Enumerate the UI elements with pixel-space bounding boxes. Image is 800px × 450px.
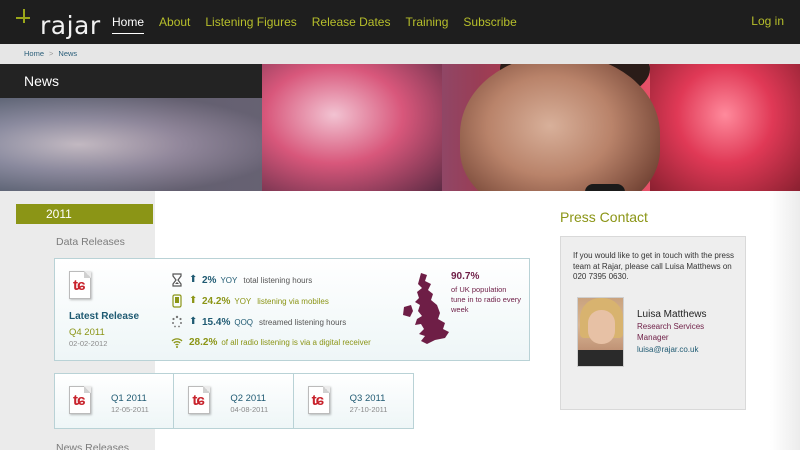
- up-arrow-icon: ⬆: [189, 274, 198, 285]
- contact-name: Luisa Matthews: [637, 309, 707, 320]
- breadcrumb-separator: >: [49, 49, 54, 58]
- top-navigation-bar: rajar Home About Listening Figures Relea…: [0, 0, 800, 44]
- breadcrumb-bar: Home > News: [0, 44, 800, 64]
- nav-item-subscribe[interactable]: Subscribe: [463, 14, 516, 34]
- logo-text: rajar: [40, 11, 101, 40]
- news-releases-heading: News Releases: [56, 442, 129, 450]
- uk-population-desc: of UK population tune in to radio every …: [451, 285, 522, 314]
- breadcrumb-home[interactable]: Home: [24, 49, 44, 58]
- main-nav: Home About Listening Figures Release Dat…: [112, 14, 532, 34]
- quarter-card-q3[interactable]: ʨ Q3 2011 27-10-2011: [294, 374, 413, 428]
- logo-mark-icon: [14, 7, 32, 29]
- quarterly-releases: ʨ Q1 2011 12-05-2011 ʨ Q2 2011 04-08-201…: [54, 373, 414, 429]
- press-contact-text: If you would like to get in touch with t…: [573, 251, 734, 281]
- nav-item-home[interactable]: Home: [112, 14, 145, 34]
- latest-release-date: 02-02-2012: [69, 339, 108, 348]
- uk-map-icon: [401, 271, 451, 349]
- quarter-date: 04-08-2011: [230, 405, 269, 414]
- login-link[interactable]: Log in: [751, 14, 784, 28]
- breadcrumb: Home > News: [24, 49, 77, 58]
- mobile-icon: [171, 294, 183, 308]
- nav-item-listening-figures[interactable]: Listening Figures: [205, 14, 296, 34]
- year-tab[interactable]: 2011: [16, 204, 153, 224]
- data-releases-heading: Data Releases: [56, 236, 125, 248]
- pdf-icon[interactable]: ʨ: [69, 386, 95, 416]
- pdf-icon[interactable]: ʨ: [307, 386, 334, 416]
- loading-icon: [171, 315, 183, 329]
- page-title: News: [24, 73, 60, 89]
- breadcrumb-news[interactable]: News: [58, 49, 77, 58]
- latest-release-card[interactable]: ʨ Latest Release Q4 2011 02-02-2012 ⬆ 2%…: [54, 258, 530, 361]
- press-contact-heading: Press Contact: [560, 209, 648, 225]
- nav-item-release-dates[interactable]: Release Dates: [312, 14, 391, 34]
- quarter-label[interactable]: Q3 2011: [350, 393, 386, 404]
- contact-email-link[interactable]: luisa@rajar.co.uk: [637, 345, 698, 354]
- rajar-logo[interactable]: rajar: [14, 7, 100, 40]
- up-arrow-icon: ⬆: [189, 316, 198, 327]
- pdf-icon[interactable]: ʨ: [188, 386, 214, 416]
- quarter-label[interactable]: Q2 2011: [230, 393, 266, 404]
- latest-release-quarter[interactable]: Q4 2011: [69, 327, 105, 338]
- year-label: 2011: [46, 207, 72, 221]
- nav-item-training[interactable]: Training: [405, 14, 448, 34]
- quarter-date: 12-05-2011: [111, 405, 149, 414]
- uk-population-stat: 90.7%: [451, 271, 480, 282]
- press-contact-box: If you would like to get in touch with t…: [560, 236, 746, 410]
- stat-total-listening: ⬆ 2% YOY total listening hours: [171, 273, 312, 287]
- quarter-card-q2[interactable]: ʨ Q2 2011 04-08-2011: [174, 374, 294, 428]
- contact-role: Research Services Manager: [637, 322, 705, 342]
- latest-release-title[interactable]: Latest Release: [69, 311, 139, 322]
- stat-mobile-listening: ⬆ 24.2% YOY listening via mobiles: [171, 294, 329, 308]
- hourglass-icon: [171, 273, 183, 287]
- stat-streamed-listening: ⬆ 15.4% QOQ streamed listening hours: [171, 315, 346, 329]
- quarter-date: 27-10-2011: [349, 405, 388, 414]
- page-title-bar: News: [0, 64, 262, 98]
- quarter-card-q1[interactable]: ʨ Q1 2011 12-05-2011: [55, 374, 175, 428]
- contact-photo: [577, 297, 624, 367]
- nav-item-about[interactable]: About: [159, 14, 190, 34]
- quarter-label[interactable]: Q1 2011: [111, 393, 147, 404]
- pdf-icon[interactable]: ʨ: [69, 271, 95, 301]
- stat-digital-receiver: 28.2% of all radio listening is via a di…: [171, 335, 371, 349]
- wifi-icon: [171, 335, 183, 349]
- up-arrow-icon: ⬆: [189, 295, 198, 306]
